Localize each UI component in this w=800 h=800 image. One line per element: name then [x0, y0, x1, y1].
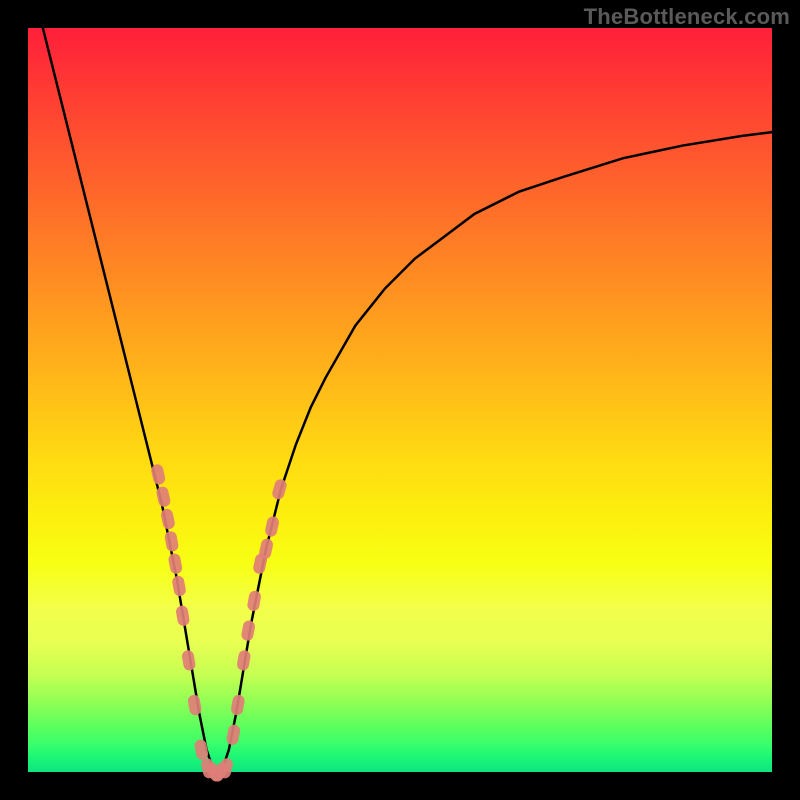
marker-group	[150, 463, 288, 784]
marker-blob	[181, 649, 196, 671]
marker-blob	[240, 620, 256, 642]
marker-blob	[230, 694, 245, 716]
marker-blob	[226, 724, 241, 746]
marker-blob	[271, 478, 288, 501]
plot-area	[28, 28, 772, 772]
chart-frame: TheBottleneck.com	[0, 0, 800, 800]
marker-blob	[164, 530, 180, 552]
marker-blob	[187, 694, 202, 716]
watermark-text: TheBottleneck.com	[584, 4, 790, 30]
marker-blob	[171, 575, 187, 597]
marker-blob	[264, 515, 280, 538]
marker-blob	[246, 590, 262, 612]
marker-blob	[194, 739, 209, 761]
curve-svg	[28, 28, 772, 772]
marker-blob	[236, 649, 251, 671]
marker-blob	[168, 553, 184, 575]
marker-blob	[175, 605, 190, 627]
bottleneck-curve	[43, 28, 772, 772]
